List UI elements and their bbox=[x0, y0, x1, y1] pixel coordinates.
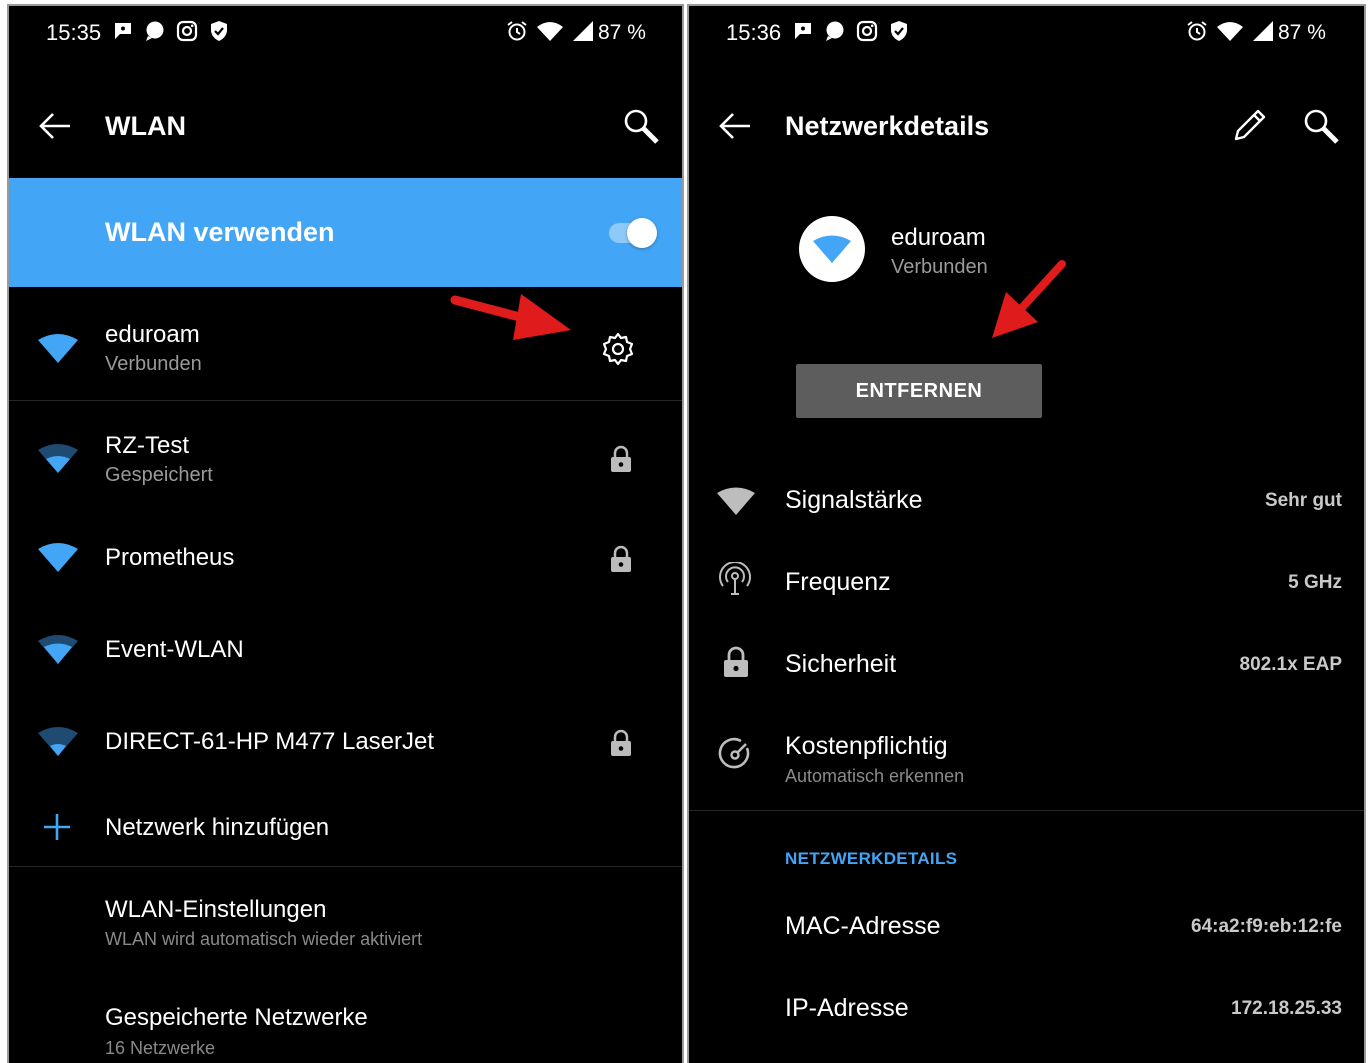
detail-row-security: Sicherheit 802.1x EAP bbox=[689, 622, 1364, 704]
add-network-button[interactable]: Netzwerk hinzufügen bbox=[9, 786, 682, 866]
edit-pencil-icon[interactable] bbox=[1231, 106, 1269, 144]
wlan-settings-item[interactable]: WLAN-Einstellungen WLAN wird automatisch… bbox=[9, 868, 682, 968]
shield-check-icon bbox=[211, 21, 227, 41]
network-name: Prometheus bbox=[105, 544, 235, 571]
shield-check-icon bbox=[891, 21, 907, 41]
saved-networks-item[interactable]: Gespeicherte Netzwerke 16 Netzwerke bbox=[9, 974, 682, 1063]
network-row-event-wlan[interactable]: Event-WLAN bbox=[9, 602, 682, 694]
wlan-toggle-label: WLAN verwenden bbox=[105, 217, 335, 247]
gear-icon[interactable] bbox=[600, 331, 636, 367]
lock-icon bbox=[611, 445, 631, 472]
divider bbox=[689, 810, 1364, 811]
status-time: 15:36 bbox=[726, 20, 782, 45]
annotation-arrow-icon bbox=[450, 294, 571, 340]
plus-icon bbox=[44, 814, 70, 840]
system-status-icons bbox=[506, 20, 594, 42]
wifi-status-icon bbox=[1217, 22, 1243, 41]
alarm-icon bbox=[507, 21, 527, 41]
detail-row-signal: Signalstärke Sehr gut bbox=[689, 458, 1364, 540]
page-title: WLAN bbox=[105, 111, 186, 141]
antenna-icon bbox=[719, 562, 751, 595]
status-time: 15:35 bbox=[46, 20, 102, 45]
lock-icon bbox=[724, 646, 748, 677]
detail-value: 172.18.25.33 bbox=[1231, 998, 1342, 1019]
remove-button[interactable]: ENTFERNEN bbox=[796, 364, 1042, 418]
network-name: Event-WLAN bbox=[105, 636, 244, 663]
detail-label: IP-Adresse bbox=[785, 994, 909, 1022]
detail-row-ip: IP-Adresse 172.18.25.33 bbox=[689, 968, 1364, 1050]
detail-row-metered[interactable]: Kostenpflichtig Automatisch erkennen bbox=[689, 704, 1364, 808]
network-row-prometheus[interactable]: Prometheus bbox=[9, 510, 682, 602]
detail-value: Sehr gut bbox=[1264, 490, 1342, 511]
cell-signal-icon bbox=[1253, 21, 1273, 41]
add-network-label: Netzwerk hinzufügen bbox=[105, 814, 330, 841]
network-name: eduroam bbox=[891, 224, 986, 251]
detail-value: 64:a2:f9:eb:12:fe bbox=[1191, 916, 1342, 937]
wifi-icon bbox=[38, 543, 78, 572]
metered-icon bbox=[718, 737, 750, 769]
battery-percent: 87 % bbox=[598, 21, 646, 44]
detail-label: Frequenz bbox=[785, 568, 891, 596]
network-row-direct-hp[interactable]: DIRECT-61-HP M477 LaserJet bbox=[9, 694, 682, 786]
network-status: Gespeichert bbox=[105, 464, 213, 486]
notification-icons bbox=[112, 20, 230, 42]
wifi-icon bbox=[813, 235, 851, 263]
wifi-icon bbox=[38, 727, 78, 756]
notification-icons bbox=[792, 20, 910, 42]
network-name: DIRECT-61-HP M477 LaserJet bbox=[105, 728, 435, 755]
alarm-icon bbox=[1187, 21, 1207, 41]
detail-label: Kostenpflichtig bbox=[785, 732, 948, 760]
detail-label: Signalstärke bbox=[785, 486, 923, 514]
network-avatar bbox=[799, 216, 865, 282]
search-icon[interactable] bbox=[1301, 106, 1341, 146]
settings-title: Gespeicherte Netzwerke bbox=[105, 1004, 368, 1031]
back-arrow-icon[interactable] bbox=[717, 110, 753, 142]
settings-subtitle: WLAN wird automatisch wieder aktiviert bbox=[105, 929, 423, 949]
detail-subtitle: Automatisch erkennen bbox=[785, 766, 965, 786]
cell-signal-icon bbox=[573, 21, 593, 41]
battery-percent: 87 % bbox=[1278, 21, 1326, 44]
network-name: RZ-Test bbox=[105, 432, 189, 459]
section-header: NETZWERKDETAILS bbox=[785, 849, 958, 868]
annotation-arrow-icon bbox=[992, 260, 1066, 338]
page-title: Netzwerkdetails bbox=[785, 111, 990, 141]
detail-label: Sicherheit bbox=[785, 650, 897, 678]
instagram-icon bbox=[856, 20, 878, 42]
detail-label: MAC-Adresse bbox=[785, 912, 941, 940]
chat-bubble-icon bbox=[826, 21, 844, 41]
divider bbox=[9, 866, 682, 867]
lock-icon bbox=[611, 545, 631, 572]
network-row-eduroam[interactable]: eduroam Verbunden bbox=[9, 288, 682, 398]
network-row-rz-test[interactable]: RZ-Test Gespeichert bbox=[9, 402, 682, 510]
wlan-screen: 15:35 87 % WLAN WLAN verwenden eduroam V… bbox=[7, 4, 684, 1063]
chat-bubble-icon bbox=[146, 21, 164, 41]
signal-icon bbox=[717, 487, 755, 515]
instagram-icon bbox=[176, 20, 198, 42]
detail-value: 802.1x EAP bbox=[1239, 654, 1342, 675]
network-details-screen: 15:36 87 % Netzwerkdetails eduroam Verbu… bbox=[687, 4, 1366, 1063]
wlan-switch-thumb[interactable] bbox=[627, 218, 657, 248]
wifi-icon bbox=[38, 444, 78, 473]
settings-subtitle: 16 Netzwerke bbox=[105, 1038, 216, 1058]
wifi-icon bbox=[38, 334, 78, 363]
settings-title: WLAN-Einstellungen bbox=[105, 896, 327, 923]
lock-icon bbox=[611, 729, 631, 756]
detail-row-frequency: Frequenz 5 GHz bbox=[689, 540, 1364, 622]
network-name: eduroam bbox=[105, 321, 200, 348]
wifi-status-icon bbox=[537, 22, 563, 41]
message-icon bbox=[115, 23, 131, 39]
detail-row-mac: MAC-Adresse 64:a2:f9:eb:12:fe bbox=[689, 886, 1364, 968]
wifi-icon bbox=[38, 635, 78, 664]
message-icon bbox=[795, 23, 811, 39]
divider bbox=[9, 400, 682, 401]
network-status: Verbunden bbox=[891, 256, 988, 278]
system-status-icons bbox=[1186, 20, 1274, 42]
detail-value: 5 GHz bbox=[1288, 572, 1342, 593]
wlan-toggle-row[interactable]: WLAN verwenden bbox=[9, 178, 682, 287]
network-status: Verbunden bbox=[105, 353, 202, 375]
search-icon[interactable] bbox=[621, 106, 661, 146]
back-arrow-icon[interactable] bbox=[37, 110, 73, 142]
